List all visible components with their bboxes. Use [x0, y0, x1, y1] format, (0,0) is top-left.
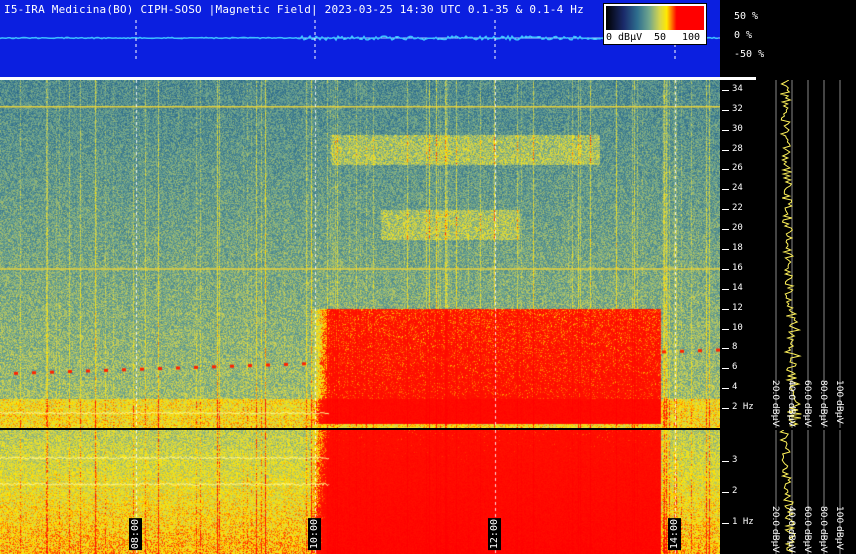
profile-db-tick-label: 40.0 dBμV [786, 380, 796, 428]
color-scale-gradient [606, 6, 704, 30]
amplitude-scale: 50 % 0 % -50 % [720, 0, 856, 77]
frequency-tick-mark [722, 89, 729, 91]
color-scale-label-mid: 50 [654, 32, 667, 43]
frequency-tick-label: 12 [732, 302, 743, 313]
frequency-tick-mark [722, 348, 729, 350]
frequency-tick-label: 34 [732, 83, 743, 94]
frequency-tick-mark [722, 492, 729, 493]
frequency-tick-label: 16 [732, 262, 743, 273]
frequency-tick-label: 28 [732, 143, 743, 154]
amplitude-tick-zero: 0 % [734, 30, 753, 41]
profile-db-tick-label: 20.0 dBμV [770, 380, 780, 428]
frequency-tick-label: 2 [732, 486, 738, 496]
spectrogram-low-freq [0, 430, 720, 554]
frequency-tick-mark [722, 169, 729, 171]
profile-db-tick-label: 100 dBμV [834, 506, 844, 551]
frequency-tick-label: 20 [732, 223, 743, 234]
frequency-tick-mark [722, 388, 729, 390]
frequency-tick-label: 32 [732, 103, 743, 114]
frequency-tick-label: 18 [732, 243, 743, 254]
frequency-tick-mark [722, 149, 729, 151]
frequency-tick-mark [722, 209, 729, 211]
frequency-axis-main: 34 32 30 28 26 24 22 20 18 16 14 12 10 8 6 4 2 Hz [720, 80, 756, 428]
profile-curve [779, 80, 802, 427]
frequency-tick-label: 3 [732, 455, 738, 465]
profile-db-tick-label: 60.0 dBμV [802, 506, 812, 554]
frequency-tick-mark [722, 523, 729, 524]
spectrogram-window: I5-IRA Medicina(BO) CIPH-SOSO |Magnetic … [0, 0, 856, 554]
frequency-tick-label: 2 Hz [732, 402, 754, 413]
frequency-tick-mark [722, 268, 729, 270]
profile-db-tick-label: 80.0 dBμV [818, 506, 828, 554]
spectrum-profile-main: 20.0 dBμV 40.0 dBμV 60.0 dBμV 80.0 dBμV 100 … [770, 80, 844, 428]
frequency-tick-mark [722, 461, 729, 462]
frequency-tick-label: 22 [732, 203, 743, 214]
profile-db-tick-label: 40.0 dBμV [786, 506, 796, 554]
spectrogram-main [0, 80, 720, 428]
frequency-tick-mark [722, 129, 729, 131]
amplitude-tick-plus50: 50 % [734, 11, 759, 22]
frequency-tick-label: 14 [732, 282, 743, 293]
frequency-tick-mark [722, 229, 729, 231]
frequency-tick-label: 8 [732, 342, 738, 353]
frequency-tick-mark [722, 288, 729, 290]
time-tick-label: 14:00 [668, 517, 681, 550]
frequency-tick-mark [722, 308, 729, 310]
time-tick-label: 12:00 [488, 517, 501, 550]
profile-db-tick-label: 100 dBμV [834, 380, 844, 425]
frequency-tick-mark [722, 189, 729, 191]
time-tick-label: 08:00 [129, 517, 142, 550]
frequency-tick-label: 4 [732, 382, 738, 393]
frequency-tick-label: 30 [732, 123, 743, 134]
amplitude-panel: I5-IRA Medicina(BO) CIPH-SOSO |Magnetic … [0, 0, 720, 77]
color-scale-legend: 0 dBμV 50 100 [603, 3, 707, 45]
frequency-tick-mark [722, 408, 729, 410]
frequency-axis-low: 3 2 1 Hz [720, 430, 756, 554]
color-scale-label-min: 0 dBμV [606, 32, 643, 43]
chart-title: I5-IRA Medicina(BO) CIPH-SOSO |Magnetic … [4, 3, 584, 16]
time-tick-label: 10:00 [308, 517, 321, 550]
frequency-tick-mark [722, 368, 729, 370]
frequency-tick-mark [722, 328, 729, 330]
frequency-tick-label: 10 [732, 322, 743, 333]
profile-db-tick-label: 60.0 dBμV [802, 380, 812, 428]
frequency-tick-label: 26 [732, 163, 743, 174]
profile-db-tick-label: 20.0 dBμV [770, 506, 780, 554]
frequency-tick-mark [722, 249, 729, 251]
color-scale-label-max: 100 [682, 32, 701, 43]
profile-db-tick-label: 80.0 dBμV [818, 380, 828, 428]
frequency-tick-label: 1 Hz [732, 517, 754, 527]
frequency-tick-label: 24 [732, 183, 743, 194]
frequency-tick-mark [722, 109, 729, 111]
frequency-tick-label: 6 [732, 362, 738, 373]
amplitude-tick-minus50: -50 % [734, 49, 765, 60]
spectrum-profile-low: 20.0 dBμV 40.0 dBμV 60.0 dBμV 80.0 dBμV 100 … [770, 430, 844, 554]
